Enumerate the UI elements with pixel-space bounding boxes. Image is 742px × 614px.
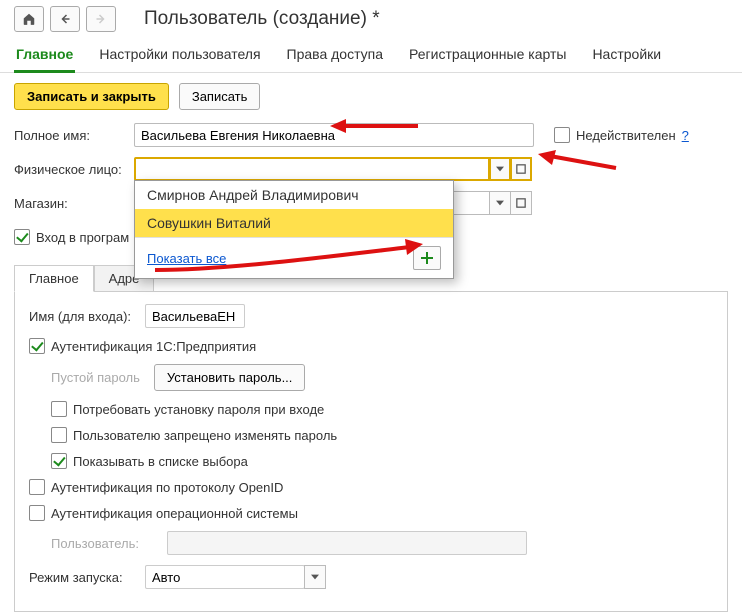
store-dropdown-button[interactable] bbox=[489, 191, 511, 215]
person-open-button[interactable] bbox=[510, 157, 532, 181]
person-label: Физическое лицо: bbox=[14, 162, 134, 177]
empty-pwd-label: Пустой пароль bbox=[51, 370, 140, 385]
add-new-button[interactable] bbox=[413, 246, 441, 270]
auth-os-checkbox[interactable] bbox=[29, 505, 45, 521]
show-all-link[interactable]: Показать все bbox=[147, 251, 226, 266]
os-user-label: Пользователь: bbox=[51, 536, 167, 551]
save-button[interactable]: Записать bbox=[179, 83, 261, 110]
login-allowed-label: Вход в програм bbox=[36, 230, 129, 245]
launch-mode-input[interactable] bbox=[145, 565, 305, 589]
store-label: Магазин: bbox=[14, 196, 134, 211]
auth-openid-checkbox[interactable] bbox=[29, 479, 45, 495]
invalid-checkbox[interactable] bbox=[554, 127, 570, 143]
auth-1c-checkbox[interactable] bbox=[29, 338, 45, 354]
help-link[interactable]: ? bbox=[682, 128, 689, 143]
tab-main[interactable]: Главное bbox=[14, 42, 75, 73]
os-user-input[interactable] bbox=[167, 531, 527, 555]
person-dropdown-popup: Смирнов Андрей Владимирович Совушкин Вит… bbox=[134, 180, 454, 279]
auth-1c-label: Аутентификация 1С:Предприятия bbox=[51, 339, 256, 354]
tab-user-settings[interactable]: Настройки пользователя bbox=[97, 42, 262, 72]
launch-mode-label: Режим запуска: bbox=[29, 570, 145, 585]
login-name-input[interactable] bbox=[145, 304, 245, 328]
main-tab-bar: Главное Настройки пользователя Права дос… bbox=[0, 36, 742, 73]
require-pwd-label: Потребовать установку пароля при входе bbox=[73, 402, 324, 417]
auth-os-label: Аутентификация операционной системы bbox=[51, 506, 298, 521]
show-in-list-checkbox[interactable] bbox=[51, 453, 67, 469]
inner-tab-main[interactable]: Главное bbox=[14, 265, 94, 292]
page-title: Пользователь (создание) * bbox=[144, 8, 380, 30]
fullname-label: Полное имя: bbox=[14, 128, 134, 143]
require-pwd-checkbox[interactable] bbox=[51, 401, 67, 417]
user-cannot-change-label: Пользователю запрещено изменять пароль bbox=[73, 428, 337, 443]
store-open-button[interactable] bbox=[510, 191, 532, 215]
tab-settings[interactable]: Настройки bbox=[590, 42, 663, 72]
person-dropdown-button[interactable] bbox=[489, 157, 511, 181]
tab-reg-cards[interactable]: Регистрационные карты bbox=[407, 42, 568, 72]
login-allowed-checkbox[interactable] bbox=[14, 229, 30, 245]
save-and-close-button[interactable]: Записать и закрыть bbox=[14, 83, 169, 110]
dropdown-item-1[interactable]: Совушкин Виталий bbox=[135, 209, 453, 237]
back-button[interactable] bbox=[50, 6, 80, 32]
user-cannot-change-checkbox[interactable] bbox=[51, 427, 67, 443]
fullname-input[interactable] bbox=[134, 123, 534, 147]
show-in-list-label: Показывать в списке выбора bbox=[73, 454, 248, 469]
launch-mode-dropdown-button[interactable] bbox=[304, 565, 326, 589]
auth-openid-label: Аутентификация по протоколу OpenID bbox=[51, 480, 283, 495]
dropdown-item-0[interactable]: Смирнов Андрей Владимирович bbox=[135, 181, 453, 209]
invalid-label: Недействителен bbox=[576, 128, 676, 143]
login-name-label: Имя (для входа): bbox=[29, 309, 145, 324]
home-button[interactable] bbox=[14, 6, 44, 32]
tab-access-rights[interactable]: Права доступа bbox=[285, 42, 385, 72]
forward-button[interactable] bbox=[86, 6, 116, 32]
person-input[interactable] bbox=[134, 157, 490, 181]
set-pwd-button[interactable]: Установить пароль... bbox=[154, 364, 305, 391]
